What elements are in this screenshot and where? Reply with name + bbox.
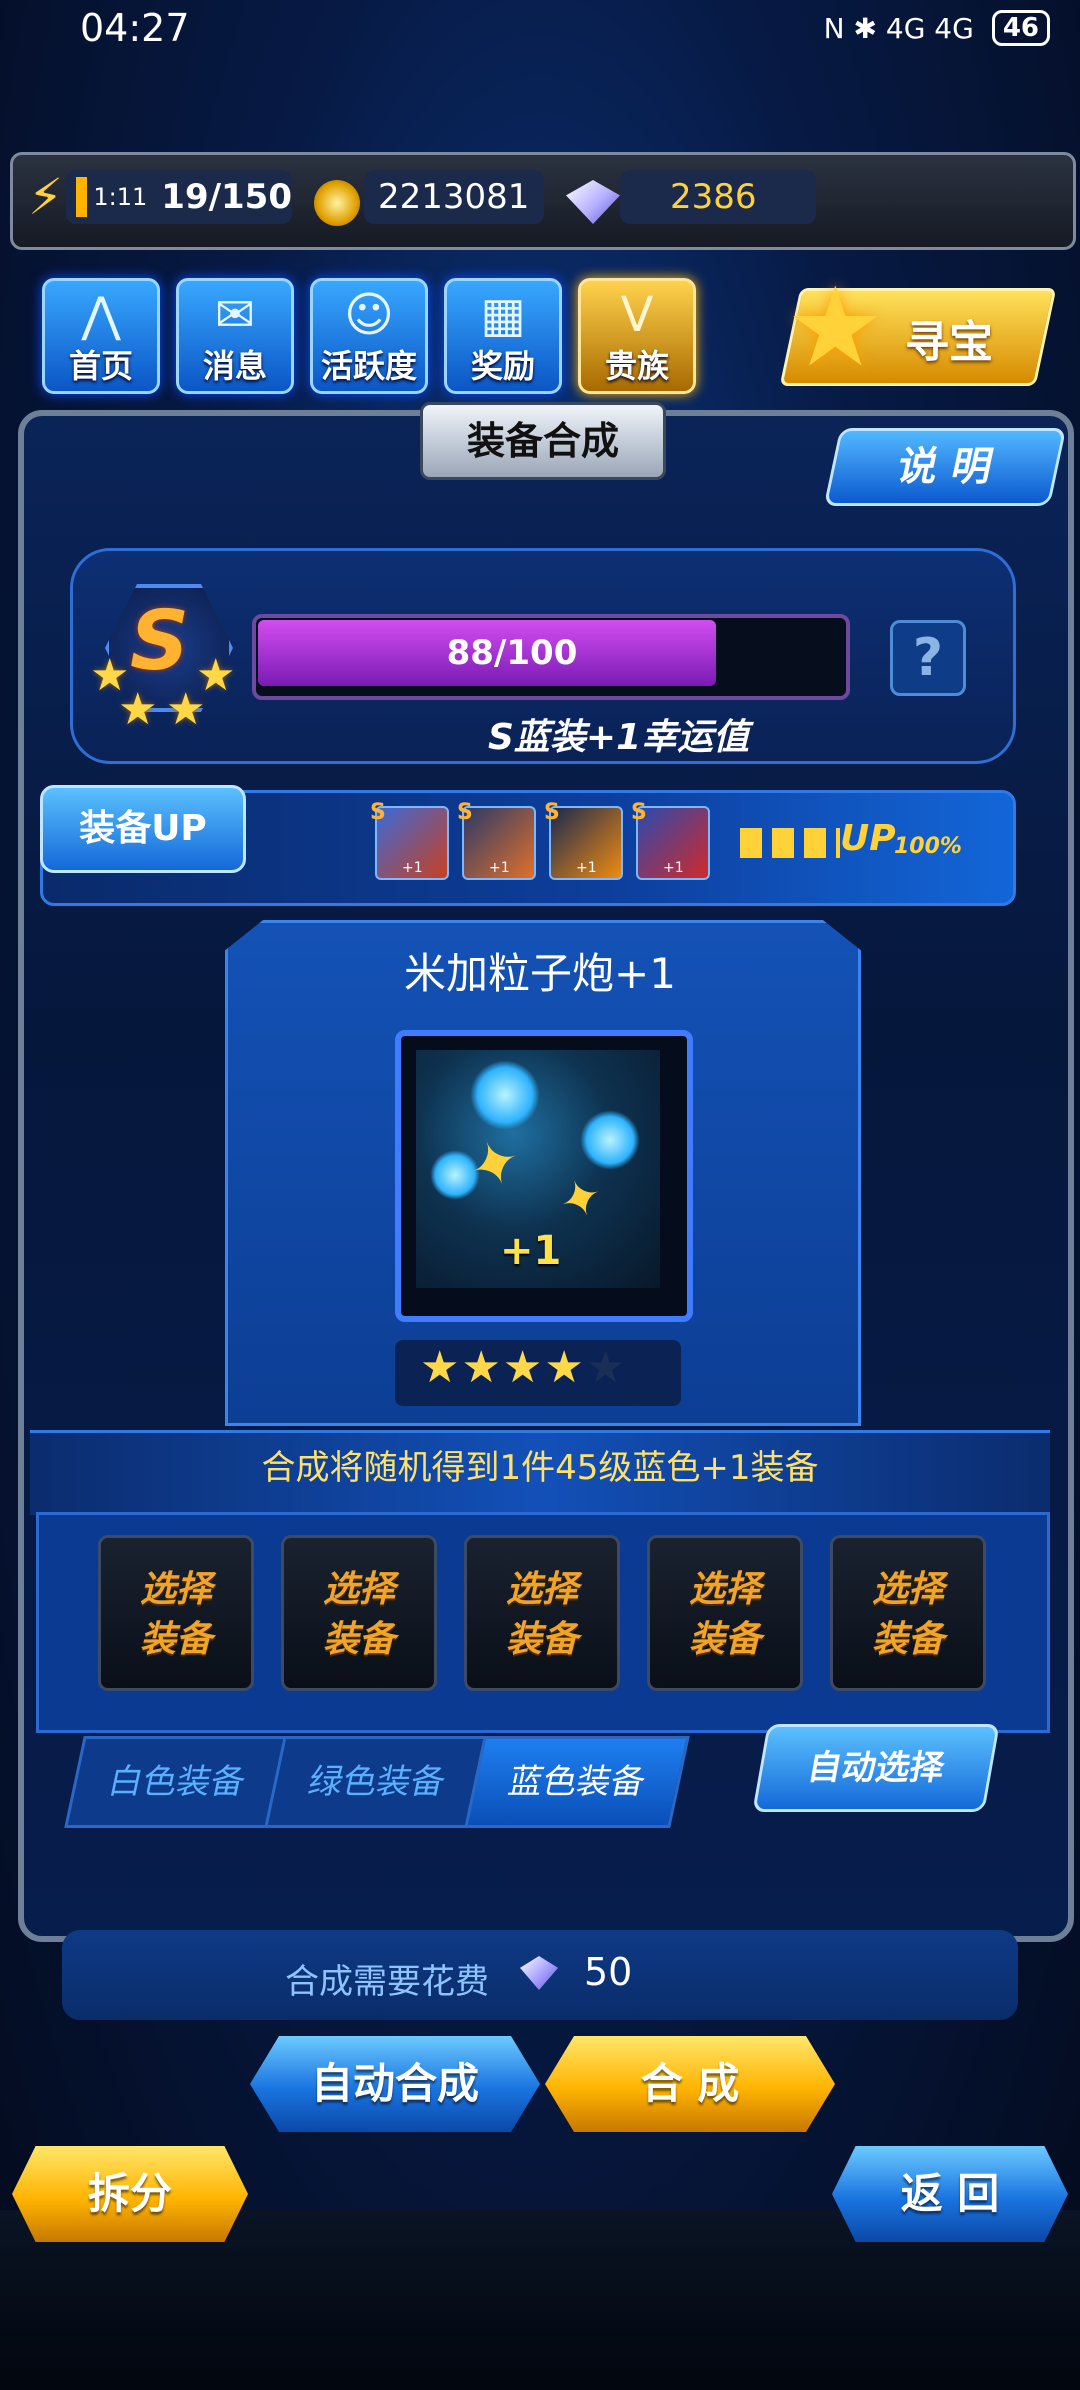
item-name: 米加粒子炮+1 — [404, 949, 676, 998]
star-filled-icon: ★ — [544, 1342, 586, 1393]
up-item-plus: +1 — [663, 860, 684, 876]
panel-title: 装备合成 — [420, 402, 666, 480]
slot-label: 选择 — [871, 1569, 944, 1610]
slot-label: 装备 — [139, 1619, 212, 1660]
auto-merge-button[interactable]: 自动合成 — [250, 2036, 540, 2132]
item-stars: ★★★★★ — [420, 1342, 627, 1393]
nav-noble-button[interactable]: V 贵族 — [578, 278, 696, 394]
nav-home-label: 首页 — [68, 347, 133, 385]
particle-orb-icon — [580, 1110, 640, 1170]
up-item-grade: S — [457, 800, 473, 825]
slot-label: 装备 — [688, 1619, 761, 1660]
nav-messages-label: 消息 — [202, 347, 267, 385]
clock: 04:27 — [80, 6, 190, 50]
cost-value: 50 — [584, 1950, 633, 1994]
energy-counter: 1:11 19/150 — [66, 170, 292, 224]
star-filled-icon: ★ — [502, 1342, 545, 1393]
star-empty-icon: ★ — [585, 1342, 628, 1393]
material-slot[interactable]: 选择 装备 — [464, 1535, 620, 1691]
energy-cell-icon — [76, 177, 88, 217]
nav-rewards-label: 奖励 — [470, 347, 535, 385]
energy-icon[interactable]: ⚡ — [28, 168, 63, 226]
gift-icon: ▦ — [480, 287, 526, 343]
signal-icons: N ✱ 4G 4G — [823, 11, 974, 45]
nav-messages-button[interactable]: ✉ 消息 — [176, 278, 294, 394]
tab-green-equipment[interactable]: 绿色装备 — [264, 1736, 490, 1828]
gold-counter: 2213081 — [364, 170, 544, 224]
energy-timer: 1:11 — [93, 183, 148, 211]
nav-rewards-button[interactable]: ▦ 奖励 — [444, 278, 562, 394]
help-question-icon[interactable]: ? — [890, 620, 966, 696]
diamond-counter: 2386 — [620, 170, 816, 224]
nav-activity-button[interactable]: ☺ 活跃度 — [310, 278, 428, 394]
equip-up-button[interactable]: 装备UP — [40, 785, 246, 873]
treasure-label: 寻宝 — [905, 317, 993, 368]
material-slot[interactable]: 选择 装备 — [830, 1535, 986, 1691]
material-slot[interactable]: 选择 装备 — [647, 1535, 803, 1691]
merge-button[interactable]: 合 成 — [545, 2036, 835, 2132]
up-item-grade: S — [370, 800, 386, 825]
home-icon: ⋀ — [81, 287, 121, 343]
up-percent: 100% — [894, 834, 962, 859]
cost-label: 合成需要花费 — [285, 1962, 489, 2002]
up-item-grade: S — [544, 800, 560, 825]
noble-icon: V — [620, 287, 654, 343]
gold-value: 2213081 — [378, 177, 530, 217]
luck-description: S蓝装+1幸运值 — [488, 717, 750, 758]
nav-home-button[interactable]: ⋀ 首页 — [42, 278, 160, 394]
jet-star-icon: ★ — [786, 263, 885, 391]
nav-noble-label: 贵族 — [604, 347, 669, 385]
result-text: 合成将随机得到1件45级蓝色+1装备 — [261, 1448, 819, 1488]
slot-label: 装备 — [322, 1619, 395, 1660]
particle-orb-icon — [470, 1060, 540, 1130]
material-slot[interactable]: 选择 装备 — [98, 1535, 254, 1691]
up-arrows-icon — [740, 828, 840, 858]
luck-progress-text: 88/100 — [446, 633, 578, 673]
up-item-grade: S — [631, 800, 647, 825]
rank-star-icon: ★ — [166, 684, 206, 735]
up-item-plus: +1 — [489, 860, 510, 876]
gold-coin-icon[interactable] — [314, 180, 360, 226]
material-slot[interactable]: 选择 装备 — [281, 1535, 437, 1691]
smiley-icon: ☺ — [343, 287, 395, 343]
up-item-plus: +1 — [402, 860, 423, 876]
tab-blue-equipment[interactable]: 蓝色装备 — [464, 1736, 690, 1828]
split-button[interactable]: 拆分 — [12, 2146, 248, 2242]
rank-star-icon: ★ — [118, 684, 158, 735]
auto-select-button[interactable]: 自动选择 — [752, 1724, 1000, 1812]
back-button[interactable]: 返 回 — [832, 2146, 1068, 2242]
system-icons: N ✱ 4G 4G 46 — [824, 10, 1050, 46]
nav-activity-label: 活跃度 — [320, 347, 417, 385]
energy-value: 19/150 — [161, 177, 292, 217]
slot-label: 装备 — [871, 1619, 944, 1660]
battery-icon: 46 — [991, 10, 1050, 46]
rank-letter: S — [130, 594, 190, 689]
item-plus-level: +1 — [500, 1228, 562, 1274]
slot-label: 选择 — [322, 1569, 395, 1610]
slot-label: 装备 — [505, 1619, 578, 1660]
explain-button[interactable]: 说 明 — [823, 428, 1067, 506]
slot-label: 选择 — [139, 1569, 212, 1610]
star-filled-icon: ★ — [461, 1342, 503, 1393]
status-bar: 04:27 N ✱ 4G 4G 46 — [0, 0, 1080, 60]
up-label: UP — [840, 818, 896, 859]
slot-label: 选择 — [688, 1569, 761, 1610]
star-filled-icon: ★ — [420, 1342, 462, 1393]
slot-label: 选择 — [505, 1569, 578, 1610]
tab-white-equipment[interactable]: 白色装备 — [64, 1736, 290, 1828]
mail-icon: ✉ — [214, 287, 256, 343]
diamond-value: 2386 — [670, 177, 757, 217]
up-item-plus: +1 — [576, 860, 597, 876]
